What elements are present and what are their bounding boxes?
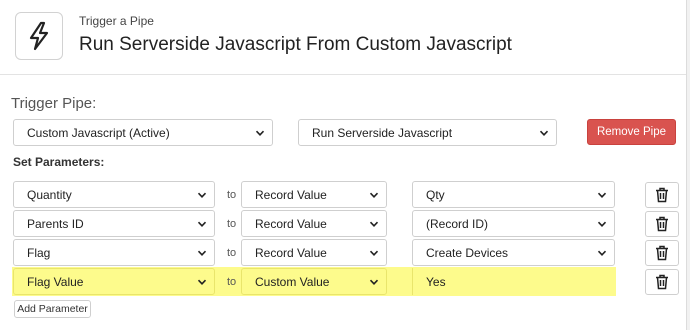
page-title: Run Serverside Javascript From Custom Ja… [79, 34, 512, 55]
pipe-icon-box [15, 12, 63, 60]
page-header: Trigger a Pipe Run Serverside Javascript… [0, 0, 690, 75]
trash-icon [656, 216, 668, 232]
trash-icon [656, 274, 668, 290]
trash-icon [656, 245, 668, 261]
delete-param-button-parents-id[interactable] [645, 211, 679, 237]
scrollbar-track[interactable] [686, 0, 690, 330]
param-type-value: Record Value [255, 187, 327, 202]
param-value-text: Create Devices [426, 245, 509, 260]
trigger-action-select[interactable]: Run Serverside Javascript [298, 119, 557, 146]
param-value-select-parents-id[interactable]: (Record ID) [412, 210, 615, 237]
chevron-down-icon [539, 130, 549, 136]
chevron-down-icon [369, 221, 379, 227]
chevron-down-icon [369, 279, 379, 285]
param-type-select-quantity[interactable]: Record Value [241, 181, 387, 208]
chevron-down-icon [597, 192, 607, 198]
add-parameter-button[interactable]: Add Parameter [14, 300, 91, 318]
param-type-select-flag-value[interactable]: Custom Value [241, 268, 387, 295]
chevron-down-icon [369, 192, 379, 198]
param-value-text: (Record ID) [426, 216, 489, 231]
remove-pipe-button[interactable]: Remove Pipe [587, 119, 676, 145]
param-field-select-parents-id[interactable]: Parents ID [13, 210, 215, 237]
lightning-bolt-icon [29, 21, 49, 51]
param-type-select-parents-id[interactable]: Record Value [241, 210, 387, 237]
trigger-source-value: Custom Javascript (Active) [27, 125, 170, 140]
trigger-source-select[interactable]: Custom Javascript (Active) [13, 119, 273, 146]
to-label: to [227, 218, 237, 230]
param-field-value: Quantity [27, 187, 72, 202]
param-field-value: Parents ID [27, 216, 84, 231]
trigger-pipe-label: Trigger Pipe: [11, 95, 97, 112]
to-label: to [227, 247, 237, 259]
chevron-down-icon [197, 250, 207, 256]
param-type-value: Custom Value [255, 274, 330, 289]
param-field-value: Flag Value [27, 274, 84, 289]
trigger-action-value: Run Serverside Javascript [312, 125, 453, 140]
set-parameters-label: Set Parameters: [13, 155, 105, 169]
param-type-select-flag[interactable]: Record Value [241, 239, 387, 266]
param-value-select-quantity[interactable]: Qty [412, 181, 615, 208]
param-value-input-flag-value[interactable]: Yes [412, 268, 615, 295]
param-field-select-flag-value[interactable]: Flag Value [13, 268, 215, 295]
chevron-down-icon [255, 130, 265, 136]
param-type-value: Record Value [255, 245, 327, 260]
param-type-value: Record Value [255, 216, 327, 231]
page-subtitle: Trigger a Pipe [79, 14, 154, 28]
chevron-down-icon [369, 250, 379, 256]
to-label: to [227, 189, 237, 201]
param-value-text: Yes [426, 274, 446, 289]
chevron-down-icon [197, 192, 207, 198]
chevron-down-icon [597, 250, 607, 256]
param-value-select-flag[interactable]: Create Devices [412, 239, 615, 266]
param-field-select-quantity[interactable]: Quantity [13, 181, 215, 208]
trash-icon [656, 187, 668, 203]
param-value-text: Qty [426, 187, 445, 202]
chevron-down-icon [197, 279, 207, 285]
to-label: to [227, 276, 237, 288]
delete-param-button-flag-value[interactable] [645, 269, 679, 295]
chevron-down-icon [197, 221, 207, 227]
delete-param-button-flag[interactable] [645, 240, 679, 266]
param-field-select-flag[interactable]: Flag [13, 239, 215, 266]
delete-param-button-quantity[interactable] [645, 182, 679, 208]
chevron-down-icon [597, 221, 607, 227]
param-field-value: Flag [27, 245, 51, 260]
